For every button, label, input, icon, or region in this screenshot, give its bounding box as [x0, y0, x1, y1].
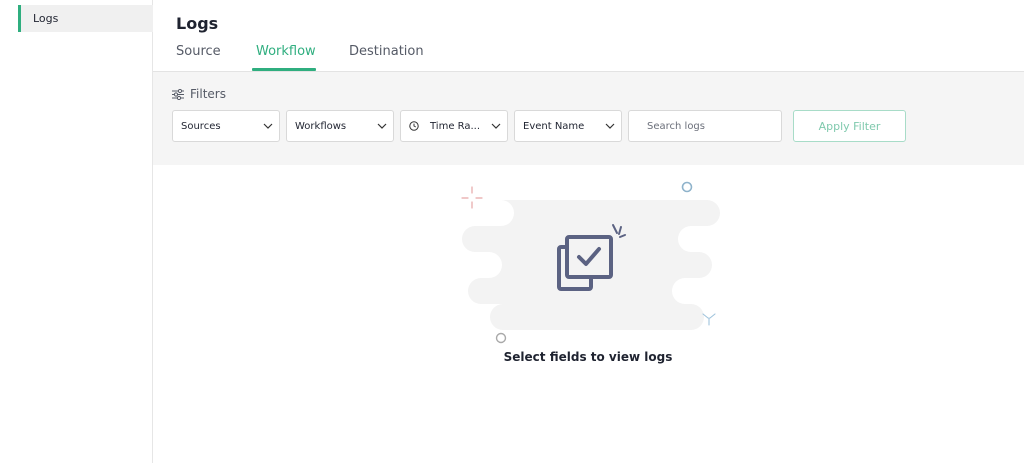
sliders-icon [172, 88, 184, 100]
event-name-dropdown-label: Event Name [523, 120, 585, 132]
empty-state-illustration [461, 181, 720, 344]
sidebar-item-label: Logs [33, 12, 59, 25]
tab-source[interactable]: Source [176, 44, 221, 67]
time-range-dropdown-label: Time Ra... [430, 120, 481, 132]
sidebar: Logs [0, 0, 153, 463]
chevron-down-icon [485, 123, 507, 129]
search-logs-input[interactable] [628, 110, 782, 142]
empty-state-message: Select fields to view logs [503, 350, 673, 364]
event-name-dropdown[interactable]: Event Name [514, 110, 622, 142]
chevron-down-icon [257, 123, 279, 129]
time-range-dropdown[interactable]: Time Ra... [400, 110, 508, 142]
tab-workflow[interactable]: Workflow [256, 44, 316, 67]
sidebar-item-logs[interactable]: Logs [18, 5, 153, 32]
chevron-down-icon [371, 123, 393, 129]
filter-panel: Filters Sources Workflows Time Ra... Eve… [153, 72, 1024, 165]
chevron-down-icon [599, 123, 621, 129]
filters-heading: Filters [172, 87, 226, 101]
sources-dropdown[interactable]: Sources [172, 110, 280, 142]
workflows-dropdown[interactable]: Workflows [286, 110, 394, 142]
page-title: Logs [176, 14, 219, 33]
workflows-dropdown-label: Workflows [295, 120, 347, 132]
app-root: Logs Logs Source Workflow Destination Fi… [0, 0, 1024, 463]
tab-destination[interactable]: Destination [349, 44, 424, 67]
apply-filter-button[interactable]: Apply Filter [793, 110, 906, 142]
filters-label: Filters [190, 87, 226, 101]
clock-icon [401, 121, 419, 131]
sources-dropdown-label: Sources [181, 120, 221, 132]
